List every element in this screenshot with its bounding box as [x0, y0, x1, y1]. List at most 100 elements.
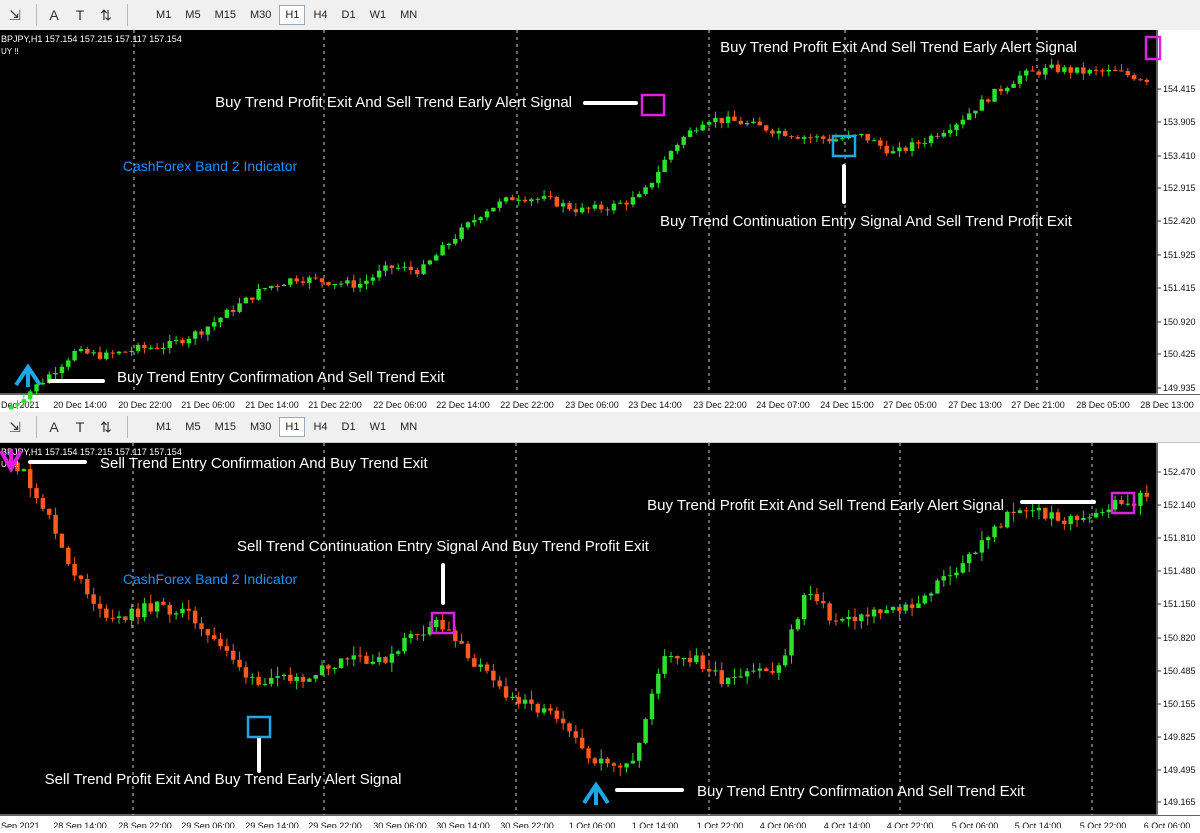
candle-body — [548, 196, 553, 198]
tf-h4[interactable]: H4 — [307, 5, 333, 25]
time-tick-label: 5 Oct 06:00 — [952, 821, 999, 828]
candle-body — [802, 594, 807, 620]
tf-w1[interactable]: W1 — [364, 5, 393, 25]
candle-body — [694, 655, 699, 663]
tf-m5[interactable]: M5 — [179, 417, 206, 437]
candle-body — [351, 280, 356, 288]
candle-body — [598, 204, 604, 210]
tf-h4[interactable]: H4 — [307, 417, 333, 437]
tf-mn[interactable]: MN — [394, 5, 423, 25]
candle-body — [472, 220, 477, 223]
tf-w1[interactable]: W1 — [364, 417, 393, 437]
candle-body — [573, 209, 579, 213]
candle-body — [649, 693, 655, 720]
candle-body — [256, 676, 261, 685]
toolbar-separator — [36, 416, 37, 438]
candle-body — [53, 373, 58, 375]
candle-body — [687, 130, 693, 137]
tf-m1[interactable]: M1 — [150, 5, 177, 25]
price-tick-label: 151.925 — [1163, 250, 1196, 260]
tf-m15[interactable]: M15 — [209, 5, 242, 25]
candle-body — [408, 634, 414, 639]
candle-body — [389, 653, 395, 663]
font-icon[interactable]: A — [43, 416, 65, 438]
candle-body — [1055, 64, 1061, 72]
candle-body — [129, 350, 134, 352]
text-label-icon[interactable]: T — [69, 4, 91, 26]
candle-body — [1119, 70, 1124, 72]
tf-m1[interactable]: M1 — [150, 417, 177, 437]
candle-body — [59, 366, 65, 374]
tf-m15[interactable]: M15 — [209, 417, 242, 437]
candle-body — [383, 265, 388, 271]
candle-body — [376, 270, 382, 278]
candle-body — [446, 243, 452, 246]
candle-body — [1049, 512, 1054, 519]
font-icon[interactable]: A — [43, 4, 65, 26]
candle-body — [345, 658, 350, 660]
arrows-dropdown-icon[interactable]: ⇅ — [95, 4, 117, 26]
tf-m5[interactable]: M5 — [179, 5, 206, 25]
candle-body — [250, 297, 255, 300]
tf-m30[interactable]: M30 — [244, 5, 277, 25]
candle-body — [1081, 517, 1086, 520]
candle-body — [1036, 71, 1042, 75]
tf-m30[interactable]: M30 — [244, 417, 277, 437]
candle-body — [59, 533, 65, 548]
tf-h1[interactable]: H1 — [279, 417, 306, 437]
candle-body — [275, 676, 280, 678]
candle-body — [224, 309, 230, 318]
candle-body — [973, 552, 978, 555]
candle-body — [732, 676, 737, 678]
price-axis-panel — [1158, 443, 1200, 815]
time-tick-label: 30 Sep 14:00 — [436, 821, 490, 828]
candle-body — [637, 742, 642, 761]
candle-body — [319, 278, 325, 283]
candle-body — [459, 641, 464, 644]
tf-mn[interactable]: MN — [394, 417, 423, 437]
candle-body — [751, 121, 756, 123]
candle-body — [491, 207, 496, 212]
annotation-text: Sell Trend Entry Confirmation And Buy Tr… — [100, 455, 428, 472]
candle-body — [104, 608, 109, 618]
price-chart-bottom[interactable]: 152.470 152.140 151.810 151.480 151.150 150.8… — [0, 443, 1200, 833]
candle-body — [186, 608, 192, 611]
candle-body — [966, 554, 972, 564]
time-tick-label: 23 Dec 06:00 — [565, 400, 619, 410]
candle-body — [440, 619, 445, 630]
candle-body — [738, 120, 744, 125]
candle-body — [916, 142, 921, 144]
candle-body — [802, 137, 807, 139]
candle-body — [262, 288, 268, 290]
time-tick-label: 29 Sep 06:00 — [181, 821, 235, 828]
candle-body — [928, 135, 934, 143]
candle-body — [960, 563, 966, 573]
tf-d1[interactable]: D1 — [336, 5, 362, 25]
chart-panel-top[interactable]: 154.415 153.905 153.410 152.915 152.420 151.9… — [0, 30, 1200, 415]
candle-body — [421, 264, 426, 275]
annotation-text: Buy Trend Profit Exit And Sell Trend Ear… — [720, 39, 1077, 56]
candle-body — [928, 593, 934, 596]
candle-body — [97, 603, 103, 609]
chart-objects-icon[interactable]: ⇲ — [4, 416, 26, 438]
chart-panel-bottom[interactable]: 152.470 152.140 151.810 151.480 151.150 150.8… — [0, 443, 1200, 833]
tf-h1[interactable]: H1 — [279, 5, 306, 25]
candle-body — [313, 277, 318, 279]
text-label-icon[interactable]: T — [69, 416, 91, 438]
candle-body — [47, 508, 52, 515]
tf-d1[interactable]: D1 — [336, 417, 362, 437]
time-tick-label: 21 Dec 22:00 — [308, 400, 362, 410]
time-tick-label: 28 Dec 13:00 — [1140, 400, 1194, 410]
arrows-dropdown-icon[interactable]: ⇅ — [95, 416, 117, 438]
price-chart-top[interactable]: 154.415 153.905 153.410 152.915 152.420 151.9… — [0, 30, 1200, 415]
time-tick-label: 5 Oct 14:00 — [1015, 821, 1062, 828]
price-tick-label: 149.495 — [1163, 765, 1196, 775]
candle-body — [529, 699, 534, 704]
annotation-text: Buy Trend Continuation Entry Signal And … — [660, 213, 1073, 230]
candle-body — [808, 137, 813, 139]
candle-body — [510, 696, 515, 698]
candle-body — [91, 352, 96, 354]
candle-body — [878, 609, 883, 614]
candle-body — [922, 595, 927, 604]
chart-objects-icon[interactable]: ⇲ — [4, 4, 26, 26]
